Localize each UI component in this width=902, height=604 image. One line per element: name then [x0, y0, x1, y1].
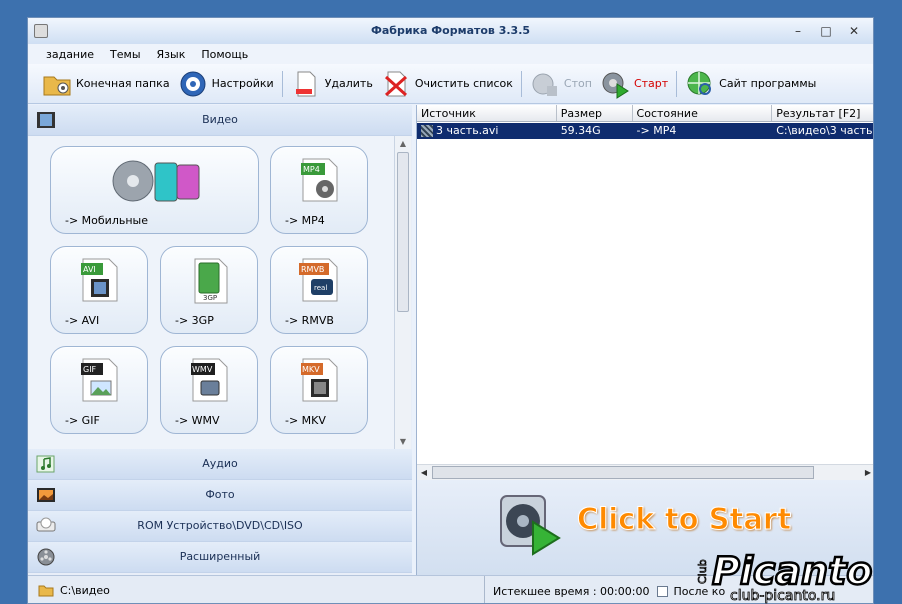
rmvb-file-icon: RMVB real: [299, 258, 338, 302]
after-complete-checkbox[interactable]: [657, 585, 669, 597]
category-advanced[interactable]: Расширенный: [28, 542, 412, 573]
menu-language[interactable]: Язык: [157, 48, 186, 61]
category-audio[interactable]: Аудио: [28, 449, 412, 480]
col-source[interactable]: Источник: [417, 105, 557, 121]
svg-text:GIF: GIF: [83, 365, 97, 374]
col-size[interactable]: Размер: [557, 105, 633, 121]
3gp-file-icon: 3GP: [194, 258, 228, 304]
tile-mobile[interactable]: -> Мобильные: [50, 146, 259, 234]
col-result[interactable]: Результат [F2]: [772, 105, 873, 121]
click-to-start-label: Click to Start: [576, 502, 792, 537]
music-note-icon: [36, 455, 55, 473]
svg-text:3GP: 3GP: [203, 294, 217, 302]
dest-folder-button[interactable]: Конечная папка: [42, 69, 170, 99]
folder-icon: [38, 585, 54, 597]
svg-text:real: real: [314, 284, 327, 292]
start-reel-icon: [500, 495, 561, 556]
window-title: Фабрика Форматов 3.3.5: [370, 24, 531, 37]
table-row[interactable]: 3 часть.avi 59.34G -> MP4 C:\видео\3 час…: [417, 123, 873, 139]
wmv-file-icon: WMV: [191, 358, 228, 402]
category-photo[interactable]: Фото: [28, 480, 412, 511]
col-state[interactable]: Состояние: [633, 105, 773, 121]
tile-mkv[interactable]: MKV -> MKV: [270, 346, 368, 434]
svg-text:AVI: AVI: [83, 265, 96, 274]
website-button[interactable]: Сайт программы: [685, 69, 816, 99]
elapsed-time-panel: Истекшее время : 00:00:00 После ко: [484, 576, 725, 603]
tile-mp4[interactable]: MP4 -> MP4: [270, 146, 368, 234]
svg-text:WMV: WMV: [192, 365, 213, 374]
start-icon: [602, 72, 629, 99]
mobile-icon: [112, 160, 200, 202]
format-grid-scrollbar[interactable]: ▲ ▼: [394, 136, 411, 449]
h-scroll-thumb[interactable]: [432, 466, 814, 479]
settings-button[interactable]: Настройки: [178, 69, 274, 99]
film-icon: [37, 112, 55, 128]
scroll-up-arrow-icon[interactable]: ▲: [395, 136, 411, 151]
scroll-right-arrow-icon[interactable]: ▶: [861, 465, 873, 481]
menu-task[interactable]: задание: [46, 48, 94, 61]
category-panel: Видео -> Мобильные MP4 -> MP4 AVI -> AVI…: [28, 105, 412, 575]
mkv-file-icon: MKV: [301, 358, 338, 402]
stop-button[interactable]: Стоп: [530, 69, 592, 99]
clear-list-icon: [384, 71, 407, 96]
video-file-icon: [421, 125, 433, 137]
film-reel-icon: [37, 548, 55, 566]
menu-help[interactable]: Помощь: [201, 48, 248, 61]
maximize-button[interactable]: □: [813, 18, 839, 44]
scroll-thumb[interactable]: [397, 152, 409, 312]
minimize-button[interactable]: –: [785, 18, 811, 44]
toolbar-separator: [520, 70, 522, 97]
gif-file-icon: GIF: [81, 358, 118, 402]
click-to-start-area[interactable]: Click to Start: [417, 480, 873, 575]
task-list-panel: Источник Размер Состояние Результат [F2]…: [416, 105, 873, 575]
menu-bar: задание Темы Язык Помощь: [28, 44, 873, 64]
folder-icon: [43, 76, 71, 95]
format-grid: -> Мобильные MP4 -> MP4 AVI -> AVI 3GP -…: [28, 136, 394, 449]
svg-text:MKV: MKV: [302, 365, 320, 374]
status-bar: C:\видео Истекшее время : 00:00:00 После…: [28, 575, 873, 603]
app-window: Фабрика Форматов 3.3.5 – □ ✕ задание Тем…: [27, 17, 874, 604]
start-button[interactable]: Старт: [600, 69, 668, 99]
tile-avi[interactable]: AVI -> AVI: [50, 246, 148, 334]
svg-text:RMVB: RMVB: [301, 265, 324, 274]
globe-search-icon: [687, 71, 712, 95]
toolbar: Конечная папка Настройки Удалить Очистит…: [28, 64, 873, 104]
row-state: -> MP4: [636, 124, 677, 137]
row-size: 59.34G: [560, 124, 601, 137]
menu-themes[interactable]: Темы: [110, 48, 140, 61]
category-video[interactable]: Видео: [28, 105, 412, 136]
output-folder-status[interactable]: C:\видео: [38, 583, 110, 597]
toolbar-separator: [281, 70, 283, 97]
task-list-header: Источник Размер Состояние Результат [F2]: [417, 105, 873, 122]
row-result: C:\видео\3 часть: [776, 124, 873, 137]
gear-icon: [180, 71, 206, 96]
svg-text:MP4: MP4: [303, 165, 320, 174]
stop-icon: [532, 73, 557, 96]
row-source: 3 часть.avi: [417, 123, 557, 139]
scroll-left-arrow-icon[interactable]: ◀: [417, 465, 431, 481]
app-icon: [34, 24, 48, 38]
task-list-h-scrollbar[interactable]: ◀ ▶: [417, 464, 873, 481]
tile-wmv[interactable]: WMV -> WMV: [160, 346, 258, 434]
clear-list-button[interactable]: Очистить список: [381, 69, 513, 99]
scroll-down-arrow-icon[interactable]: ▼: [395, 434, 411, 449]
toolbar-separator: [676, 70, 678, 97]
disc-drive-icon: [36, 517, 56, 532]
tile-3gp[interactable]: 3GP -> 3GP: [160, 246, 258, 334]
tile-rmvb[interactable]: RMVB real -> RMVB: [270, 246, 368, 334]
mp4-file-icon: MP4: [301, 158, 338, 202]
delete-button[interactable]: Удалить: [291, 69, 373, 99]
photo-icon: [37, 488, 55, 502]
lower-categories: Аудио Фото ROM Устройство\DVD\CD\ISO Рас…: [28, 449, 412, 573]
tile-gif[interactable]: GIF -> GIF: [50, 346, 148, 434]
close-button[interactable]: ✕: [841, 18, 867, 44]
title-bar[interactable]: Фабрика Форматов 3.3.5 – □ ✕: [28, 18, 873, 44]
avi-file-icon: AVI: [81, 258, 118, 302]
delete-doc-icon: [295, 71, 316, 96]
category-rom[interactable]: ROM Устройство\DVD\CD\ISO: [28, 511, 412, 542]
